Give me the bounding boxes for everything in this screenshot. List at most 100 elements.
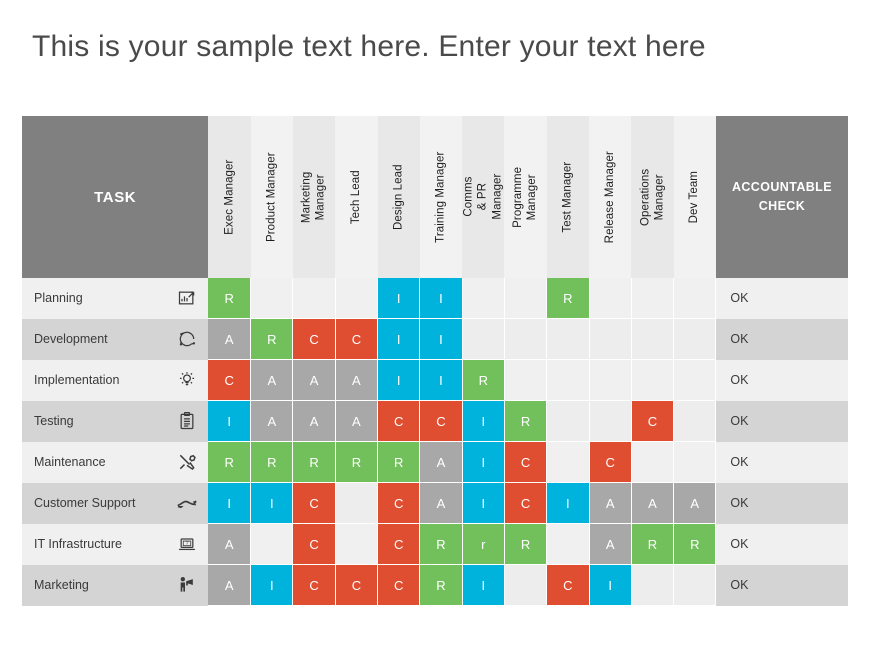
raci-cell-empty[interactable] [631,318,675,360]
raci-cell[interactable]: R [419,564,463,606]
raci-cell-empty[interactable] [631,441,675,483]
raci-cell[interactable]: A [250,400,294,442]
raci-cell-empty[interactable] [546,318,590,360]
raci-cell[interactable]: R [462,359,505,401]
raci-cell[interactable]: C [419,400,463,442]
raci-cell[interactable]: R [208,441,252,483]
raci-cell-empty[interactable] [589,278,632,319]
raci-cell-empty[interactable] [673,400,717,442]
raci-cell-empty[interactable] [673,564,717,606]
raci-cell[interactable]: I [462,564,505,606]
raci-cell[interactable]: A [419,441,463,483]
raci-cell-empty[interactable] [546,359,590,401]
raci-cell-empty[interactable] [462,318,505,360]
raci-cell-empty[interactable] [631,564,675,606]
raci-cell[interactable]: C [504,482,548,524]
raci-cell[interactable]: R [208,278,252,319]
raci-cell[interactable]: I [419,278,463,319]
raci-cell[interactable]: I [208,400,252,442]
raci-cell[interactable]: r [462,523,505,565]
raci-cell-empty[interactable] [546,441,590,483]
raci-cell-empty[interactable] [673,278,717,319]
raci-cell[interactable]: A [335,400,379,442]
raci-cell[interactable]: I [589,564,632,606]
raci-cell-empty[interactable] [250,523,294,565]
raci-cell[interactable]: I [377,318,421,360]
raci-cell-empty[interactable] [335,523,379,565]
raci-cell[interactable]: C [292,523,336,565]
raci-cell[interactable]: C [504,441,548,483]
raci-cell[interactable]: I [377,278,421,319]
raci-cell-empty[interactable] [250,278,294,319]
raci-cell[interactable]: C [589,441,632,483]
raci-cell[interactable]: R [292,441,336,483]
raci-cell[interactable]: I [419,359,463,401]
raci-cell[interactable]: C [292,482,336,524]
raci-cell[interactable]: I [546,482,590,524]
raci-cell[interactable]: C [377,482,421,524]
raci-cell[interactable]: C [292,564,336,606]
raci-cell-empty[interactable] [673,318,717,360]
raci-cell[interactable]: I [377,359,421,401]
raci-cell-empty[interactable] [504,278,548,319]
raci-cell[interactable]: R [504,523,548,565]
raci-cell[interactable]: A [250,359,294,401]
task-cell-content: Customer Support [34,492,198,514]
raci-cell[interactable]: A [208,564,252,606]
raci-cell[interactable]: A [335,359,379,401]
raci-cell-empty[interactable] [673,359,717,401]
raci-cell[interactable]: A [292,400,336,442]
raci-cell-empty[interactable] [589,400,632,442]
raci-cell-empty[interactable] [546,523,590,565]
raci-cell-empty[interactable] [462,278,505,319]
raci-cell[interactable]: A [419,482,463,524]
raci-cell-empty[interactable] [546,400,590,442]
raci-cell[interactable]: I [250,564,294,606]
raci-cell[interactable]: I [462,400,505,442]
raci-cell[interactable]: A [208,523,252,565]
role-column-header: Programme Manager [504,116,547,278]
raci-cell-empty[interactable] [631,359,675,401]
raci-cell-empty[interactable] [504,359,548,401]
raci-cell[interactable]: R [504,400,548,442]
raci-cell[interactable]: R [335,441,379,483]
raci-cell[interactable]: R [631,523,675,565]
raci-cell[interactable]: R [250,318,294,360]
raci-cell-empty[interactable] [335,278,379,319]
raci-cell[interactable]: C [292,318,336,360]
raci-cell-empty[interactable] [504,318,548,360]
raci-cell[interactable]: I [419,318,463,360]
raci-cell[interactable]: C [377,523,421,565]
raci-cell-empty[interactable] [335,482,379,524]
raci-cell[interactable]: R [673,523,717,565]
raci-cell-empty[interactable] [673,441,717,483]
raci-cell[interactable]: I [250,482,294,524]
raci-cell[interactable]: A [589,523,632,565]
raci-cell[interactable]: R [546,278,590,319]
raci-cell[interactable]: I [208,482,252,524]
raci-cell[interactable]: R [419,523,463,565]
raci-cell[interactable]: R [250,441,294,483]
raci-cell[interactable]: C [335,318,379,360]
raci-cell[interactable]: C [546,564,590,606]
accountable-check-cell: OK [715,441,848,483]
raci-cell-empty[interactable] [631,278,675,319]
raci-cell[interactable]: C [377,400,421,442]
raci-cell[interactable]: C [335,564,379,606]
raci-cell[interactable]: C [208,359,252,401]
raci-cell-empty[interactable] [504,564,548,606]
raci-cell[interactable]: C [631,400,675,442]
raci-table: TASK Exec Manager Product Manager Marketin… [22,116,848,606]
raci-cell[interactable]: C [377,564,421,606]
raci-cell[interactable]: A [673,482,717,524]
raci-cell[interactable]: I [462,441,505,483]
raci-cell[interactable]: R [377,441,421,483]
raci-cell-empty[interactable] [589,318,632,360]
raci-cell-empty[interactable] [589,359,632,401]
raci-cell[interactable]: I [462,482,505,524]
raci-cell[interactable]: A [589,482,632,524]
raci-cell[interactable]: A [292,359,336,401]
raci-cell-empty[interactable] [292,278,336,319]
raci-cell[interactable]: A [631,482,675,524]
raci-cell[interactable]: A [208,318,252,360]
